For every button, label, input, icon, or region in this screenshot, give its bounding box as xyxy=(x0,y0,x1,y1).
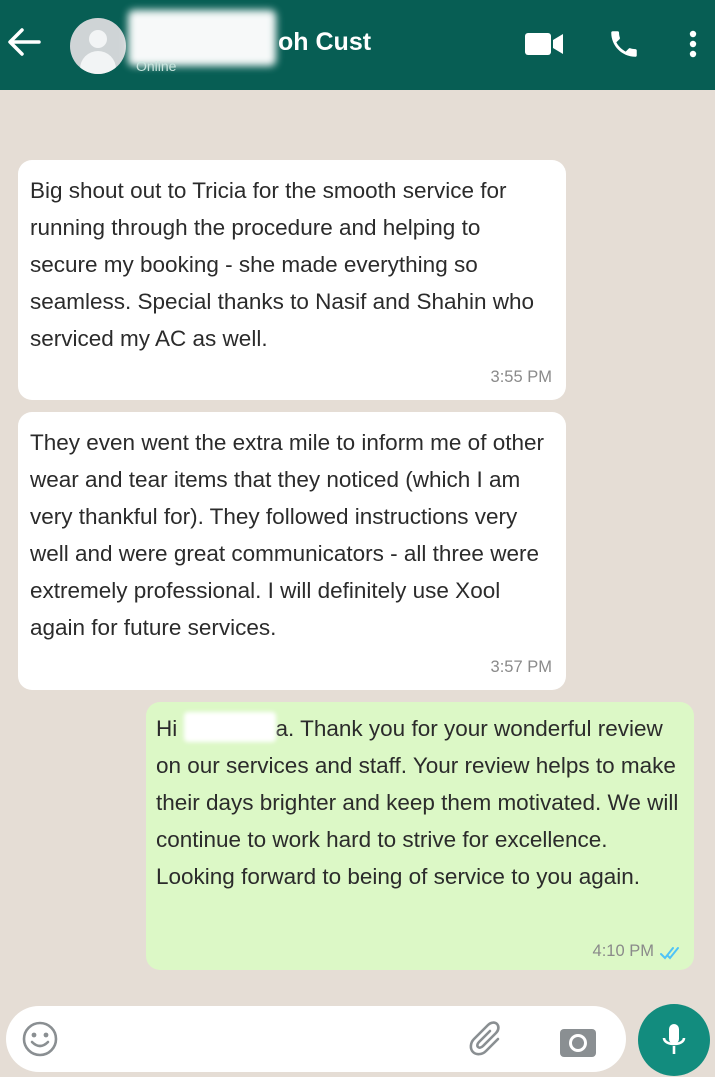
incoming-message[interactable]: Big shout out to Tricia for the smooth s… xyxy=(18,160,566,400)
attach-button[interactable] xyxy=(466,1019,510,1063)
message-input[interactable] xyxy=(6,1006,626,1072)
composer-bar xyxy=(0,1002,715,1077)
back-button[interactable] xyxy=(4,22,44,62)
paperclip-icon xyxy=(469,1021,500,1056)
outgoing-message[interactable]: Hi a. Thank you for your wonderful revie… xyxy=(146,702,694,970)
chat-header: oh Cust Online xyxy=(0,0,715,90)
message-time: 3:57 PM xyxy=(490,658,552,676)
camera-button[interactable] xyxy=(556,1019,600,1063)
message-time: 4:10 PM xyxy=(592,942,654,960)
avatar-head xyxy=(89,30,107,48)
voice-call-button[interactable] xyxy=(602,24,646,64)
incoming-message[interactable]: They even went the extra mile to inform … xyxy=(18,412,566,690)
contact-status: Online xyxy=(136,58,177,74)
message-text: Big shout out to Tricia for the smooth s… xyxy=(30,178,535,351)
message-greeting: Hi xyxy=(156,716,178,741)
video-call-button[interactable] xyxy=(520,24,568,64)
emoji-button[interactable] xyxy=(20,1019,60,1059)
message-text: They even went the extra mile to inform … xyxy=(30,430,544,640)
phone-icon xyxy=(611,31,637,57)
camera-icon xyxy=(560,1029,596,1057)
video-camera-icon xyxy=(525,33,563,55)
avatar-shoulders xyxy=(80,51,116,74)
redacted-name xyxy=(183,712,276,742)
more-options-button[interactable] xyxy=(678,24,708,64)
message-text: Hi a. Thank you for your wonderful revie… xyxy=(156,710,684,895)
message-list[interactable]: Big shout out to Tricia for the smooth s… xyxy=(0,90,715,1002)
double-check-icon xyxy=(660,947,679,960)
microphone-icon xyxy=(662,1024,686,1054)
avatar[interactable] xyxy=(70,18,126,74)
more-vertical-icon xyxy=(689,30,697,58)
emoji-icon xyxy=(22,1021,58,1057)
message-time: 3:55 PM xyxy=(490,368,552,386)
arrow-left-icon xyxy=(8,28,41,56)
voice-message-button[interactable] xyxy=(638,1004,710,1076)
contact-name[interactable]: oh Cust xyxy=(278,28,371,57)
